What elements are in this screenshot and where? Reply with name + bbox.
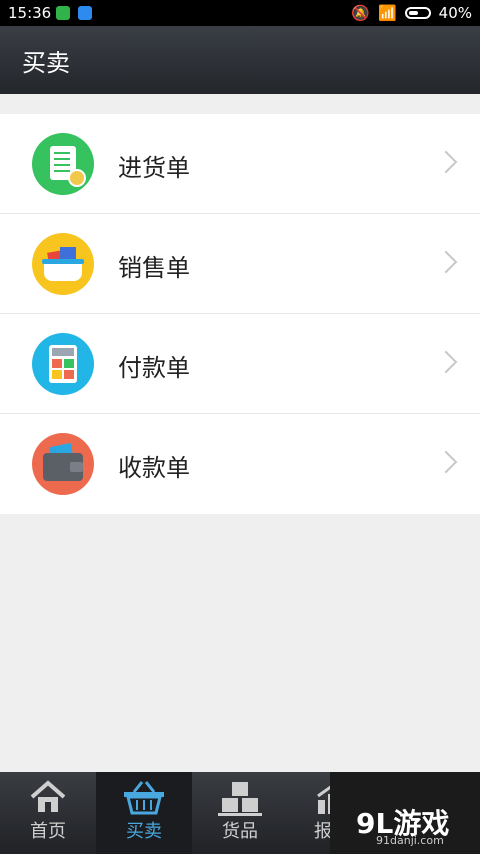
list-item-purchase[interactable]: 进货单	[0, 114, 480, 214]
tab-goods[interactable]: 货品	[192, 772, 288, 854]
status-time: 15:36	[8, 4, 52, 22]
page-title: 买卖	[22, 49, 70, 77]
tab-trade[interactable]: 买卖	[96, 772, 192, 854]
list-item-label: 进货单	[118, 154, 190, 182]
home-icon	[30, 780, 66, 812]
chevron-right-icon	[434, 250, 458, 274]
chevron-right-icon	[434, 450, 458, 474]
basket-icon	[124, 781, 164, 815]
list-item-payment[interactable]: 付款单	[0, 314, 480, 414]
order-list: 进货单 销售单 付款单 收款单	[0, 114, 480, 514]
battery-icon	[404, 7, 431, 19]
shield-icon	[56, 6, 70, 20]
tab-label: 买卖	[126, 821, 162, 842]
chevron-right-icon	[434, 150, 458, 174]
title-bar: 买卖	[0, 26, 480, 94]
list-item-label: 收款单	[118, 454, 190, 482]
tab-label: 货品	[222, 821, 258, 842]
purchase-order-icon	[32, 133, 94, 195]
watermark-site: 91danji.com	[376, 834, 444, 847]
upload-icon	[78, 6, 92, 20]
mute-icon: 🔕	[351, 4, 370, 22]
sales-order-icon	[32, 233, 94, 295]
watermark-logo: 9L游戏 91danji.com	[330, 772, 480, 854]
list-item-receipt[interactable]: 收款单	[0, 414, 480, 514]
chevron-right-icon	[434, 350, 458, 374]
list-item-label: 付款单	[118, 354, 190, 382]
receipt-order-icon	[32, 433, 94, 495]
payment-order-icon	[32, 333, 94, 395]
wifi-icon: 📶	[377, 4, 397, 22]
list-item-label: 销售单	[118, 254, 190, 282]
list-item-sales[interactable]: 销售单	[0, 214, 480, 314]
status-right: 🔕 📶 40%	[351, 4, 472, 22]
boxes-icon	[218, 782, 262, 816]
tab-home[interactable]: 首页	[0, 772, 96, 854]
status-bar: 15:36 🔕 📶 40%	[0, 0, 480, 26]
tab-label: 首页	[30, 821, 66, 842]
battery-percent: 40%	[438, 4, 472, 22]
